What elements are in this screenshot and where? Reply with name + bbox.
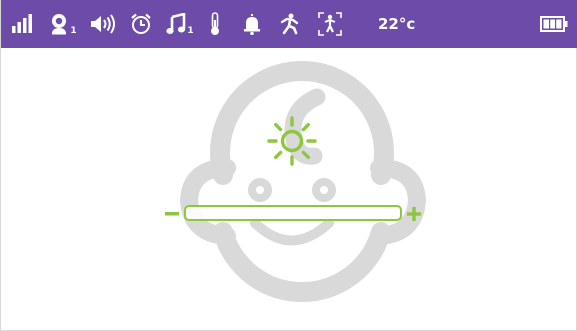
camera-number: 1 xyxy=(70,26,77,36)
volume-icon xyxy=(89,0,117,48)
minus-icon[interactable] xyxy=(164,204,180,224)
person-detect-icon xyxy=(317,0,343,48)
camera-user-icon: 1 xyxy=(47,0,79,48)
temperature-readout: 22°c xyxy=(378,15,416,33)
thermometer-icon xyxy=(207,0,223,48)
brightness-screen: 1 1 22°c xyxy=(0,0,577,331)
plus-icon[interactable] xyxy=(405,204,423,224)
signal-strength-icon xyxy=(10,0,34,48)
music-number: 1 xyxy=(187,26,194,36)
bell-icon xyxy=(242,0,262,48)
alarm-clock-icon xyxy=(129,0,153,48)
sun-brightness-icon xyxy=(267,116,317,166)
brightness-track[interactable] xyxy=(184,205,402,221)
status-bar: 1 1 22°c xyxy=(1,0,577,48)
music-note-icon: 1 xyxy=(165,0,195,48)
baby-face-icon xyxy=(179,61,427,302)
brightness-slider[interactable] xyxy=(164,201,426,227)
battery-icon xyxy=(539,0,569,48)
main-area xyxy=(1,48,577,331)
motion-icon xyxy=(278,0,302,48)
